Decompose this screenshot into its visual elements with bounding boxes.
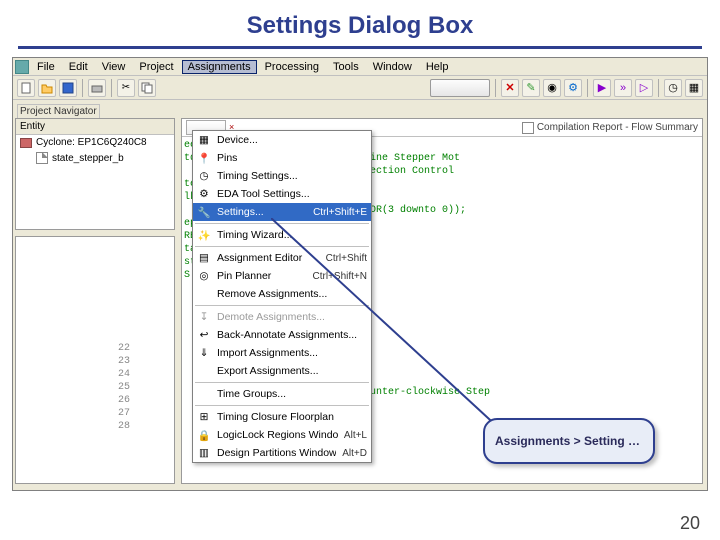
chip-button[interactable]: ▦ (685, 79, 703, 97)
menu-item-label: Settings... (217, 206, 307, 218)
menu-view[interactable]: View (96, 60, 132, 74)
menu-item-timing-settings[interactable]: ◷ Timing Settings... (193, 167, 371, 185)
report-label: Compilation Report - Flow Summary (537, 122, 698, 133)
callout: Assignments > Setting … (483, 418, 655, 464)
pin2-icon: ◎ (197, 269, 211, 283)
toolbar-sep (111, 79, 112, 97)
device-row[interactable]: Cyclone: EP1C6Q240C8 (16, 135, 174, 150)
app-icon (15, 60, 29, 74)
x-icon: ✕ (505, 81, 514, 94)
toolbar-sep (587, 79, 588, 97)
print-button[interactable] (88, 79, 106, 97)
menu-item-device[interactable]: ▦ Device... (193, 131, 371, 149)
menu-item-label: Timing Settings... (217, 170, 361, 182)
clock-button[interactable]: ◷ (664, 79, 682, 97)
disk-icon (61, 81, 75, 95)
menu-item-eda-tool-settings[interactable]: ⚙ EDA Tool Settings... (193, 185, 371, 203)
callout-arrow (271, 218, 531, 438)
clock-icon: ◷ (197, 169, 211, 183)
play2-button[interactable]: ▷ (635, 79, 653, 97)
page-number: 20 (680, 513, 700, 534)
save-button[interactable] (59, 79, 77, 97)
stop-button[interactable] (430, 79, 490, 97)
menu-item-label: Pins (217, 152, 361, 164)
copy-button[interactable] (138, 79, 156, 97)
menu-file[interactable]: File (31, 60, 61, 74)
cut-button[interactable]: ✂ (117, 79, 135, 97)
menu-processing[interactable]: Processing (259, 60, 325, 74)
back-icon: ↩ (197, 328, 211, 342)
tool-pencil-button[interactable]: ✎ (522, 79, 540, 97)
tool-x-button[interactable]: ✕ (501, 79, 519, 97)
menu-item-label: Design Partitions Window (217, 447, 336, 459)
page-icon (19, 81, 33, 95)
menu-project[interactable]: Project (133, 60, 179, 74)
toolbar-sep (82, 79, 83, 97)
menu-tools[interactable]: Tools (327, 60, 365, 74)
app-window: File Edit View Project Assignments Proce… (12, 57, 708, 491)
title-rule (18, 46, 702, 49)
wrench-icon: 🔧 (197, 205, 211, 219)
import-icon: ⇓ (197, 346, 211, 360)
pin-icon: 📍 (197, 151, 211, 165)
menu-edit[interactable]: Edit (63, 60, 94, 74)
forward-icon: » (620, 82, 626, 94)
demote-icon: ↧ (197, 310, 211, 324)
play-icon: ▷ (640, 81, 648, 94)
report-icon (522, 122, 534, 134)
tool-gear-button[interactable]: ⚙ (564, 79, 582, 97)
copy-icon (140, 81, 154, 95)
entity-row[interactable]: state_stepper_b (16, 150, 174, 166)
menu-item-label: EDA Tool Settings... (217, 188, 361, 200)
play-icon: ▶ (598, 81, 606, 94)
blank-icon (197, 287, 211, 301)
blank-icon (197, 387, 211, 401)
lock-icon: 🔒 (197, 428, 211, 442)
lower-panel[interactable] (15, 236, 175, 484)
toolbar-sep (495, 79, 496, 97)
folder-icon (40, 81, 54, 95)
tool-globe-button[interactable]: ◉ (543, 79, 561, 97)
open-button[interactable] (38, 79, 56, 97)
entity-label: state_stepper_b (52, 153, 124, 164)
scissors-icon: ✂ (122, 82, 130, 93)
project-navigator[interactable]: Entity Cyclone: EP1C6Q240C8 state_steppe… (15, 118, 175, 230)
menu-item-label: Device... (217, 134, 361, 146)
new-button[interactable] (17, 79, 35, 97)
grid-icon: ▤ (197, 251, 211, 265)
nav-header: Entity (16, 119, 174, 135)
blank-icon (197, 364, 211, 378)
file-icon (36, 152, 48, 164)
slide-title: Settings Dialog Box (0, 0, 720, 46)
clock-icon: ◷ (668, 81, 678, 94)
line-numbers: 22232425262728 (118, 342, 130, 433)
gear-icon: ⚙ (568, 81, 578, 94)
menu-help[interactable]: Help (420, 60, 455, 74)
part-icon: ▥ (197, 446, 211, 460)
chip-icon: ▦ (689, 81, 699, 94)
menu-shortcut: Ctrl+Shift+E (313, 207, 367, 218)
gear-icon: ⚙ (197, 187, 211, 201)
menu-assignments[interactable]: Assignments (182, 60, 257, 74)
report-tab[interactable]: Compilation Report - Flow Summary (522, 122, 702, 134)
floor-icon: ⊞ (197, 410, 211, 424)
play-button[interactable]: ▶ (593, 79, 611, 97)
project-navigator-label: Project Navigator (17, 104, 100, 118)
chip-icon (20, 138, 32, 148)
callout-text: Assignments > Setting … (495, 434, 640, 448)
menubar: File Edit View Project Assignments Proce… (13, 58, 707, 76)
globe-icon: ◉ (547, 81, 557, 94)
menu-shortcut: Alt+D (342, 448, 367, 459)
pencil-icon: ✎ (526, 81, 535, 94)
toolbar: ✂ ✕ ✎ ◉ ⚙ ▶ » ▷ ◷ ▦ (13, 76, 707, 100)
wand-icon: ✨ (197, 228, 211, 242)
print-icon (90, 81, 104, 95)
menu-window[interactable]: Window (367, 60, 418, 74)
menu-item-design-partitions-window[interactable]: ▥ Design Partitions Window Alt+D (193, 444, 371, 462)
toolbar-sep (658, 79, 659, 97)
device-label: Cyclone: EP1C6Q240C8 (36, 137, 147, 148)
chip-icon: ▦ (197, 133, 211, 147)
ff-button[interactable]: » (614, 79, 632, 97)
menu-item-pins[interactable]: 📍 Pins (193, 149, 371, 167)
